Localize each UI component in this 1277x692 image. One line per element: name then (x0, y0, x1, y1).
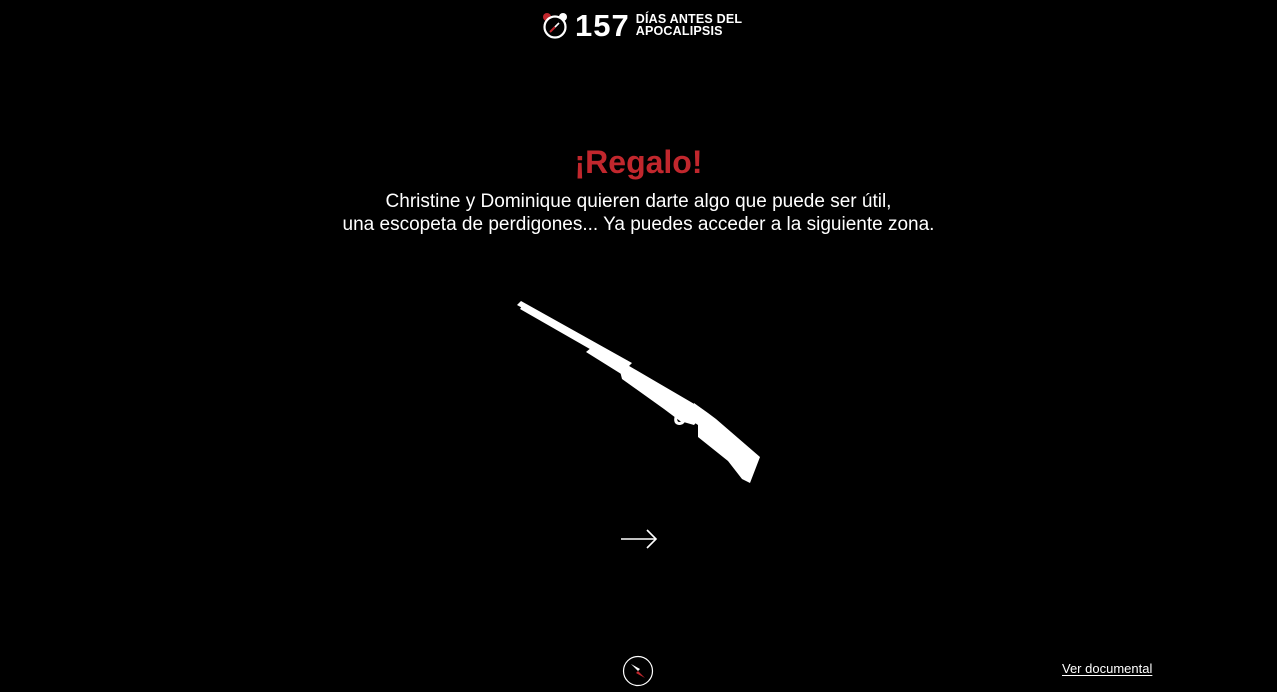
message-line-1: Christine y Dominique quieren darte algo… (385, 191, 892, 212)
page-title: ¡Regalo! (574, 144, 703, 180)
gift-description: Christine y Dominique quieren darte algo… (0, 190, 1277, 236)
compass-icon[interactable] (622, 655, 654, 687)
logo-number: 157 (575, 7, 630, 43)
gift-message: ¡Regalo! Christine y Dominique quieren d… (0, 142, 1277, 236)
message-line-2: una escopeta de perdigones... Ya puedes … (342, 214, 935, 235)
shotgun-icon (517, 301, 760, 483)
logo-line-2: APOCALIPSIS (635, 24, 723, 38)
site-logo[interactable]: 157 DÍAS ANTES DEL APOCALIPSIS (541, 9, 742, 41)
alarm-clock-icon (543, 13, 567, 39)
logo-text: DÍAS ANTES DEL APOCALIPSIS (635, 13, 743, 38)
ver-documental-link[interactable]: Ver documental (1062, 661, 1152, 677)
page: 157 DÍAS ANTES DEL APOCALIPSIS ¡Regalo! … (0, 0, 1277, 692)
arrow-right-icon[interactable] (619, 527, 659, 551)
